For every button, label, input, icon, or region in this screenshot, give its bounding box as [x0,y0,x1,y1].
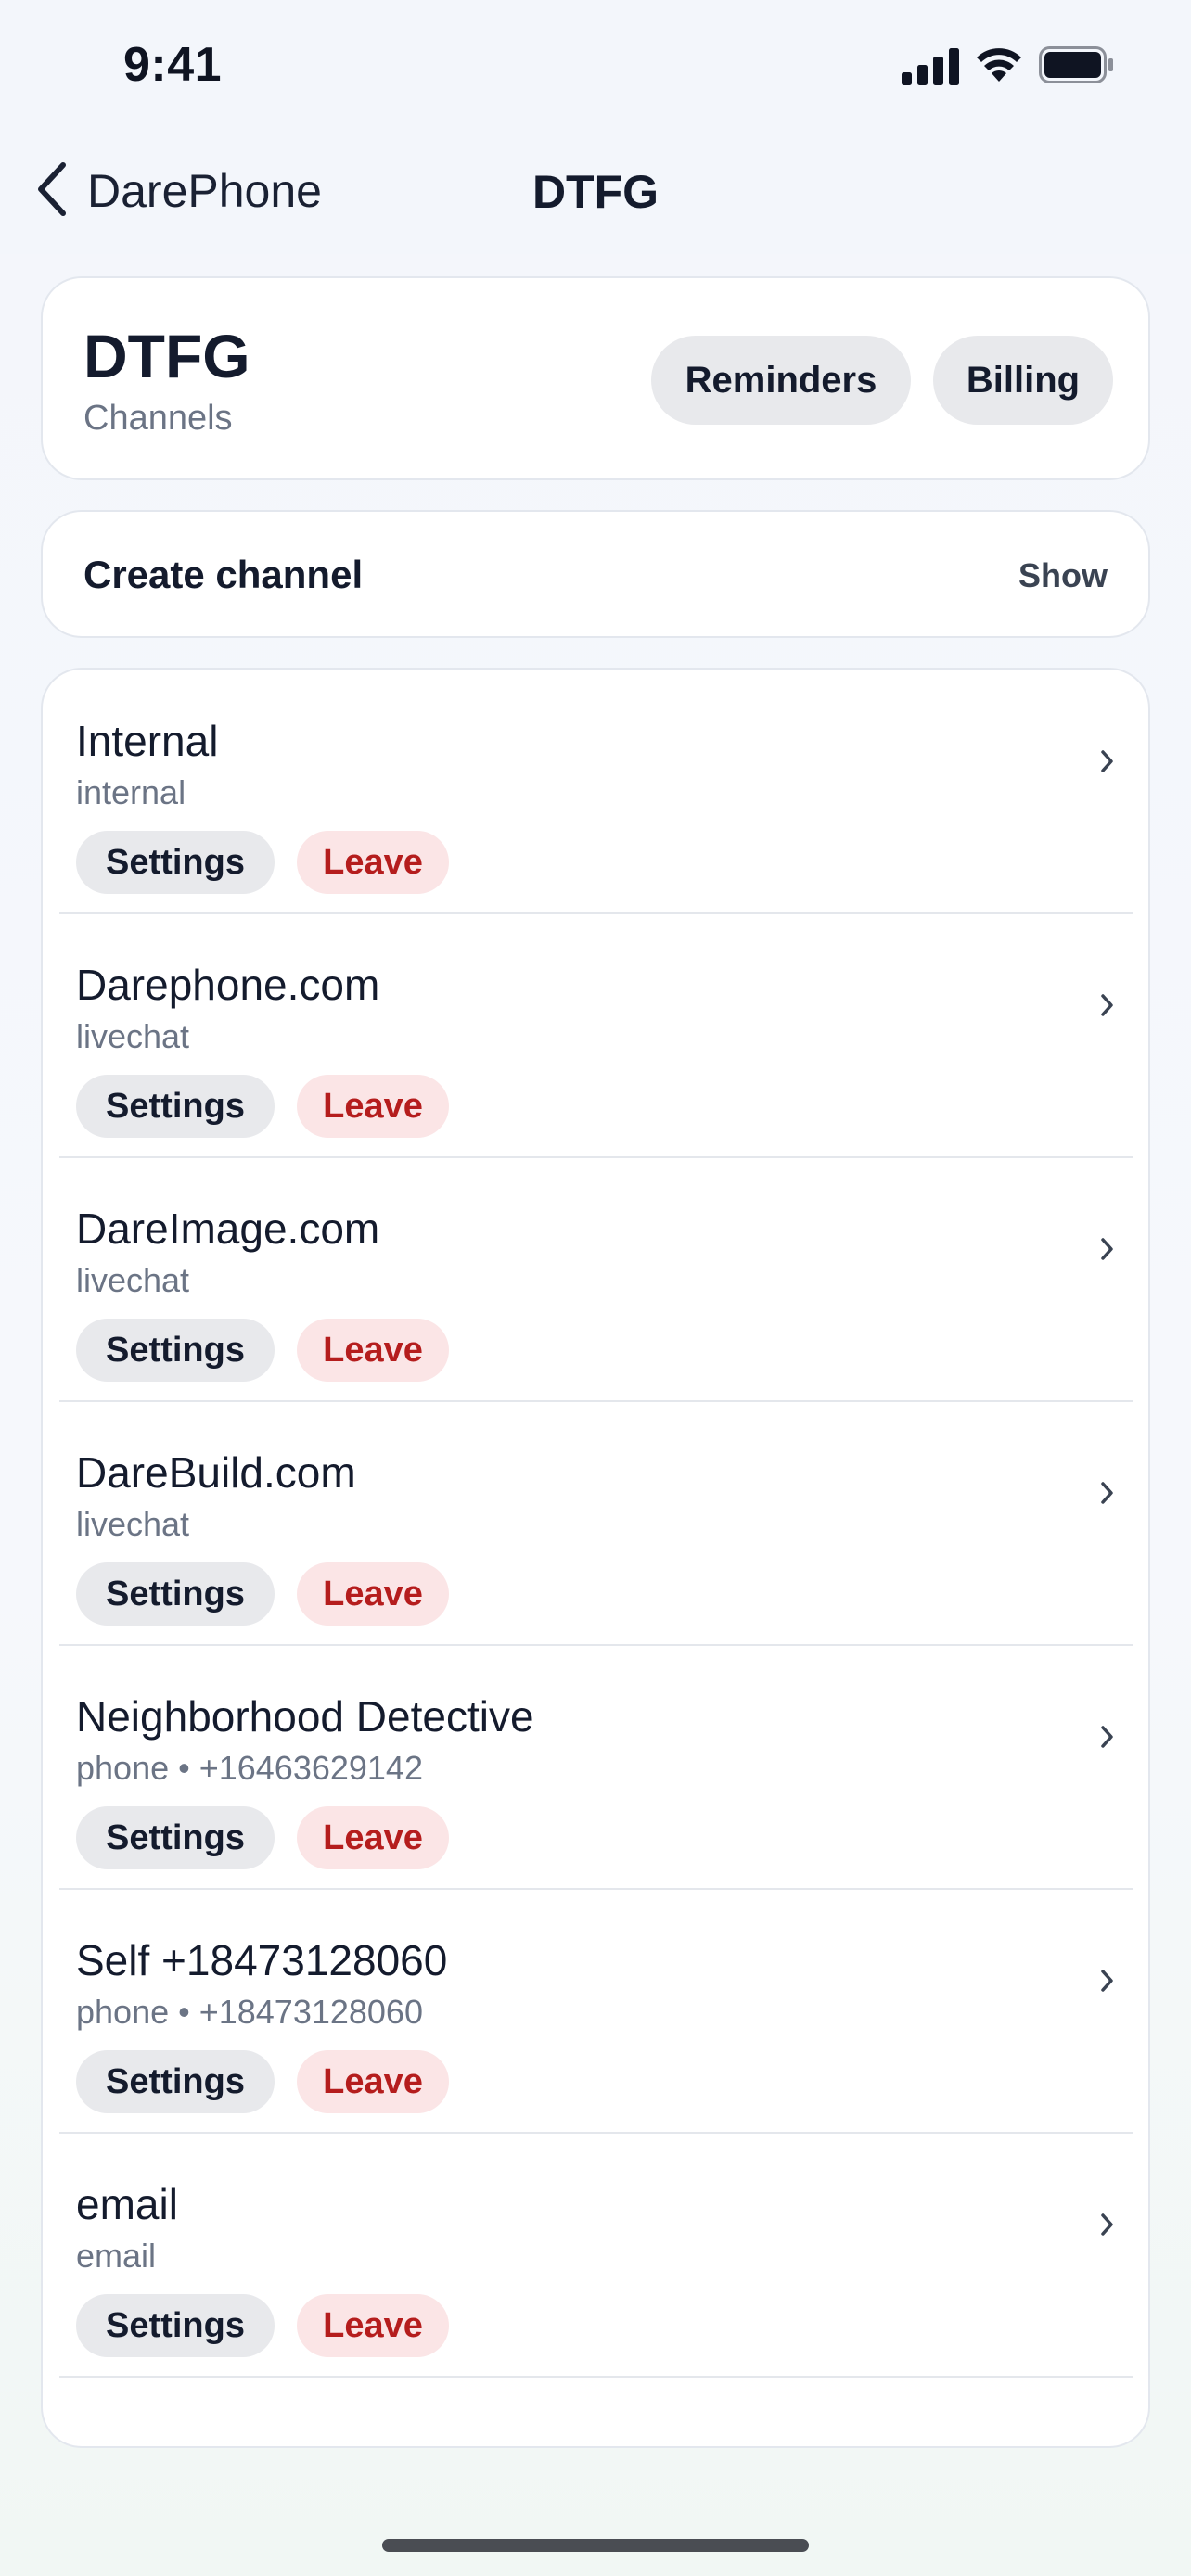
channel-type: livechat [76,1017,190,1055]
channel-name: Neighborhood Detective [76,1692,534,1741]
channel-leave-button[interactable]: Leave [297,1562,449,1626]
channel-row[interactable]: Darephone.com livechat Settings Leave [59,913,1133,1158]
channel-leave-button[interactable]: Leave [297,1075,449,1138]
reminders-button[interactable]: Reminders [651,336,911,425]
org-header-card: DTFG Channels Reminders Billing [41,276,1150,480]
wifi-icon [974,43,1024,88]
channel-settings-button[interactable]: Settings [76,1319,275,1382]
channel-row[interactable]: DareImage.com livechat Settings Leave [59,1157,1133,1402]
chevron-right-icon[interactable] [1100,1237,1115,1266]
channel-row[interactable]: Self +18473128060 phone • +18473128060 Set… [59,1889,1133,2134]
channel-settings-button[interactable]: Settings [76,1806,275,1869]
page-title: DTFG [531,166,660,218]
show-toggle-button[interactable]: Show [1018,556,1108,595]
channel-name: DareImage.com [76,1205,380,1253]
create-channel-card: Create channel Show [41,510,1150,638]
chevron-right-icon[interactable] [1100,749,1115,778]
org-name: DTFG [83,322,250,390]
chevron-right-icon[interactable] [1100,1969,1115,1997]
channel-settings-button[interactable]: Settings [76,2050,275,2113]
channel-type: livechat [76,1261,190,1299]
channel-name: Darephone.com [76,961,380,1009]
channel-type: email [76,2237,157,2275]
create-channel-label: Create channel [83,553,364,596]
channel-name: email [76,2180,178,2228]
channel-settings-button[interactable]: Settings [76,831,275,894]
org-subtitle: Channels [83,399,233,438]
chevron-right-icon[interactable] [1100,2213,1115,2241]
channel-row[interactable]: Neighborhood Detective phone • +164636291… [59,1645,1133,1890]
channel-leave-button[interactable]: Leave [297,2294,449,2357]
channel-name: Internal [76,717,219,765]
channel-row[interactable]: Internal internal Settings Leave [59,670,1133,914]
channel-leave-button[interactable]: Leave [297,1806,449,1869]
chevron-right-icon[interactable] [1100,1725,1115,1753]
navigation-bar: DarePhone DTFG [0,130,1191,254]
status-bar: 9:41 [0,0,1191,130]
channel-leave-button[interactable]: Leave [297,831,449,894]
home-indicator [382,2539,809,2552]
billing-button[interactable]: Billing [933,336,1113,425]
channel-row[interactable]: email email Settings Leave [59,2133,1133,2378]
channel-type: internal [76,773,186,811]
channel-name: DareBuild.com [76,1448,356,1497]
channel-leave-button[interactable]: Leave [297,2050,449,2113]
channel-leave-button[interactable]: Leave [297,1319,449,1382]
chevron-right-icon[interactable] [1100,993,1115,1022]
channel-type: phone • +18473128060 [76,1993,423,2031]
channel-row[interactable]: DareBuild.com livechat Settings Leave [59,1401,1133,1646]
status-time: 9:41 [123,38,223,92]
channel-settings-button[interactable]: Settings [76,1075,275,1138]
channel-name: Self +18473128060 [76,1936,448,1984]
battery-icon [1039,46,1115,88]
channel-settings-button[interactable]: Settings [76,2294,275,2357]
channel-type: phone • +16463629142 [76,1749,423,1787]
chevron-right-icon[interactable] [1100,1481,1115,1510]
channel-type: livechat [76,1505,190,1543]
channel-settings-button[interactable]: Settings [76,1562,275,1626]
cellular-signal-icon [902,48,961,90]
channel-list: Internal internal Settings Leave Darephone.c… [41,668,1150,2448]
